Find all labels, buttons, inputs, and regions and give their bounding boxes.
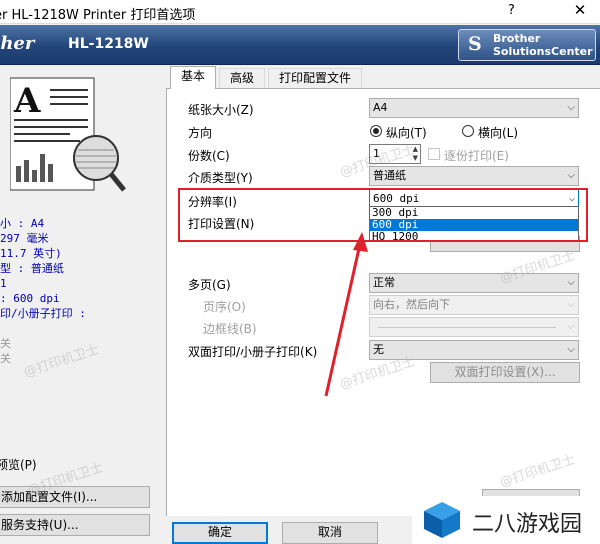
solutions-s-icon: S — [468, 33, 482, 55]
multi-page-label: 多页(G) — [188, 278, 231, 292]
border-line-select[interactable]: ⌵ — [369, 317, 579, 337]
corner-site-logo: 二八游戏园 — [412, 496, 600, 544]
left-panel: A 小 : A4 297 毫米 11.7 英寸) 型 : 普通纸 1 : 600… — [0, 66, 158, 544]
cube-icon — [424, 502, 460, 538]
tab-advanced[interactable]: 高级 — [219, 68, 265, 88]
page-order-label: 页序(O) — [203, 300, 246, 314]
cancel-button[interactable]: 取消 — [282, 522, 378, 544]
border-line-label: 边框线(B) — [203, 322, 257, 336]
settings-summary: 小 : A4 297 毫米 11.7 英寸) 型 : 普通纸 1 : 600 d… — [0, 217, 86, 365]
title-bar: er HL-1218W Printer 打印首选项 ? ✕ — [0, 0, 600, 24]
preview-letter: A — [13, 81, 41, 121]
chevron-down-icon: ⌵ — [567, 277, 575, 288]
multi-page-select[interactable]: 正常 ⌵ — [369, 273, 579, 293]
annotation-arrow-icon — [324, 232, 368, 397]
media-type-select[interactable]: 普通纸 ⌵ — [369, 166, 579, 186]
page-order-select[interactable]: 向右，然后向下 ⌵ — [369, 295, 579, 315]
resolution-label: 分辨率(I) — [188, 195, 237, 209]
tab-print-profiles[interactable]: 打印配置文件 — [268, 68, 362, 88]
collate-label: 逐份打印(E) — [444, 149, 509, 163]
support-button[interactable]: 服务支持(U)... — [0, 514, 150, 536]
landscape-label[interactable]: 横向(L) — [478, 124, 518, 141]
help-button[interactable]: ? — [508, 3, 515, 18]
brand-banner: ther HL-1218W S Brother SolutionsCenter — [0, 25, 600, 65]
resolution-option[interactable]: HQ 1200 — [370, 231, 578, 243]
landscape-radio[interactable] — [462, 125, 474, 137]
duplex-settings-button[interactable]: 双面打印设置(X)... — [430, 362, 580, 383]
page-preview-illustration: A — [10, 77, 126, 192]
chevron-down-icon: ⌵ — [567, 344, 575, 355]
duplex-label: 双面打印/小册子打印(K) — [188, 345, 318, 359]
chevron-down-icon: ⌵ — [567, 321, 575, 332]
paper-size-select[interactable]: A4 ⌵ — [369, 98, 579, 118]
preview-checkbox-label[interactable]: 预览(P) — [0, 456, 37, 473]
copies-stepper[interactable]: 1 ▲ ▼ — [369, 144, 421, 164]
chevron-down-icon: ⌵ — [567, 102, 575, 113]
site-logo-text: 二八游戏园 — [472, 512, 583, 537]
add-profile-button[interactable]: 添加配置文件(I)... — [0, 486, 150, 508]
stepper-arrows-icon[interactable]: ▲ ▼ — [413, 145, 418, 163]
media-type-label: 介质类型(Y) — [188, 171, 253, 185]
print-settings-label: 打印设置(N) — [188, 217, 255, 231]
chevron-down-icon: ⌵ — [567, 170, 575, 181]
portrait-radio[interactable] — [370, 125, 382, 137]
tab-basic[interactable]: 基本 — [170, 66, 216, 89]
portrait-label[interactable]: 纵向(T) — [386, 124, 427, 141]
paper-size-label: 纸张大小(Z) — [188, 103, 254, 117]
chevron-down-icon: ⌵ — [567, 299, 575, 310]
close-button[interactable]: ✕ — [568, 1, 592, 19]
ok-button[interactable]: 确定 — [172, 522, 268, 544]
brother-logo: ther — [0, 33, 35, 54]
collate-checkbox[interactable] — [428, 148, 440, 160]
duplex-select[interactable]: 无 ⌵ — [369, 340, 579, 360]
copies-label: 份数(C) — [188, 149, 230, 163]
orientation-label: 方向 — [188, 126, 213, 140]
printer-model: HL-1218W — [68, 36, 149, 52]
solutions-center-button[interactable]: S Brother SolutionsCenter — [458, 29, 596, 61]
window-title: er HL-1218W Printer 打印首选项 — [0, 8, 196, 23]
resolution-dropdown-list: 300 dpi 600 dpi HQ 1200 — [369, 206, 579, 243]
